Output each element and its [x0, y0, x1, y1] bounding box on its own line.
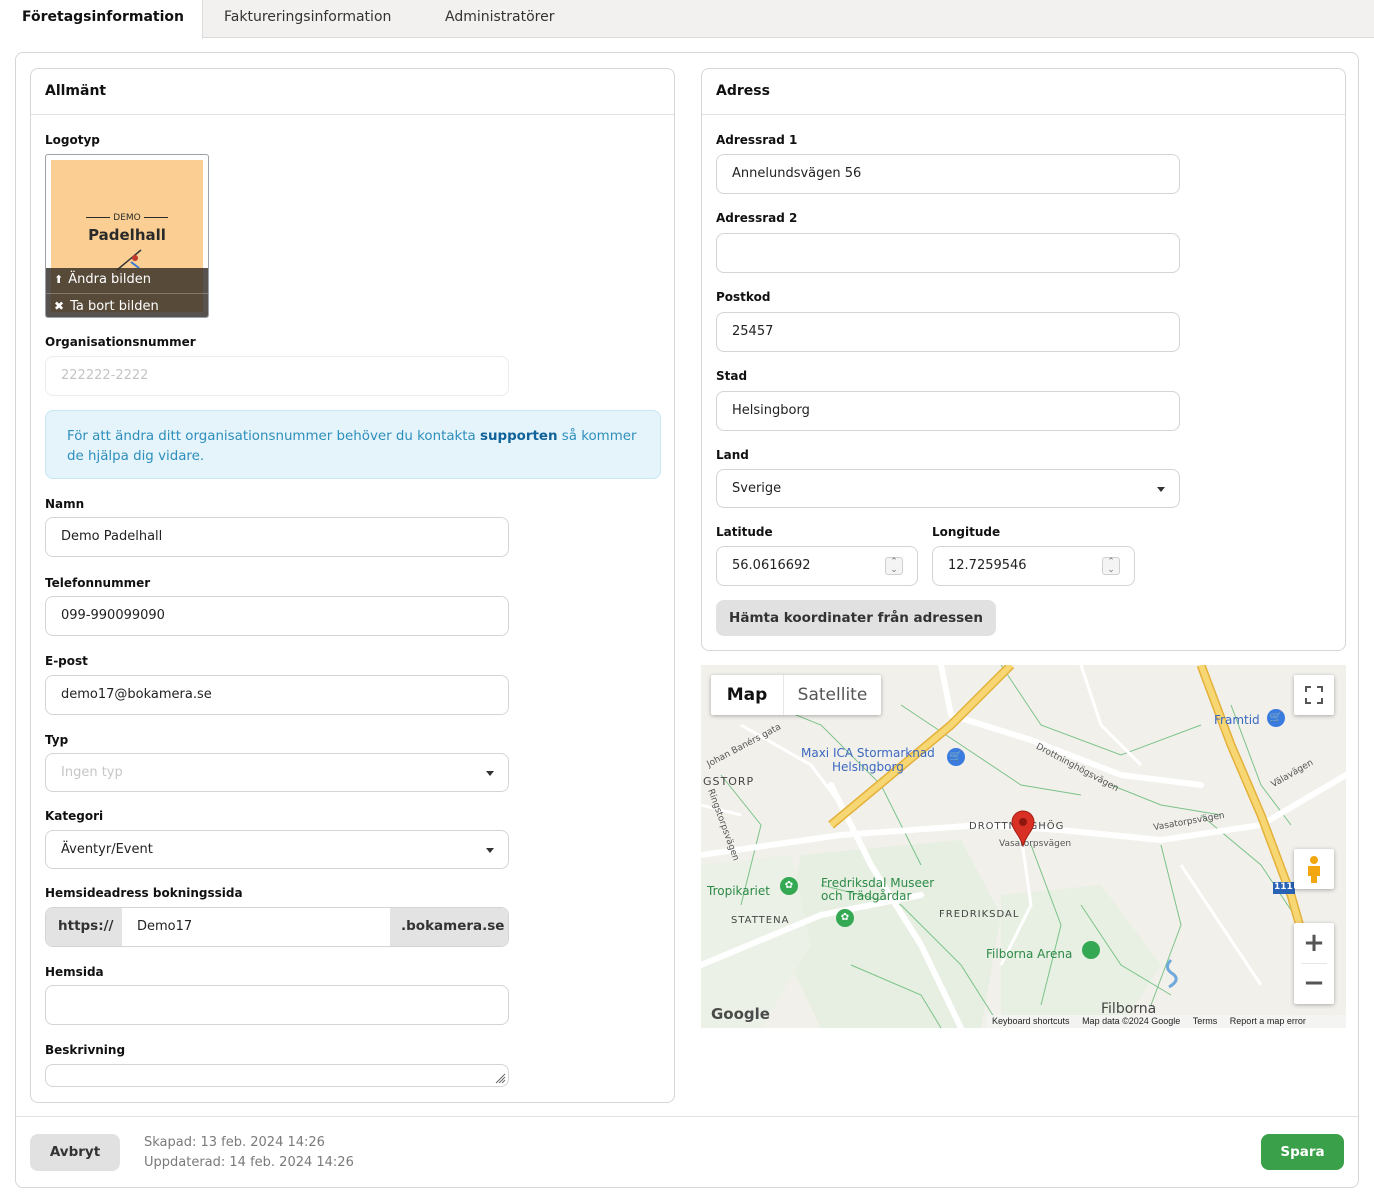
type-select[interactable]: Ingen typ: [45, 753, 509, 792]
address-line2-label: Adressrad 2: [716, 211, 798, 225]
report-map-error-link[interactable]: Report a map error: [1230, 1016, 1306, 1026]
street-view-button[interactable]: [1294, 849, 1334, 889]
park-icon: ✿: [836, 909, 854, 927]
address-line1-label: Adressrad 1: [716, 133, 798, 147]
pegman-icon: [1308, 856, 1320, 883]
type-label: Typ: [45, 733, 69, 747]
shopping-cart-icon: 🛒: [947, 748, 965, 766]
name-input[interactable]: Demo Padelhall: [45, 517, 509, 557]
booking-url-suffix: .bokamera.se: [390, 908, 508, 946]
description-textarea[interactable]: [45, 1064, 509, 1087]
map-label-filborna-arena: Filborna Arena: [986, 947, 1073, 961]
map-data-text: Map data ©2024 Google: [1082, 1016, 1181, 1026]
keyboard-shortcuts-link[interactable]: Keyboard shortcuts: [992, 1016, 1070, 1026]
map-label-maxi-ica: Maxi ICA Stormarknad Helsingborg: [801, 746, 935, 774]
general-card-title: Allmänt: [31, 69, 674, 115]
email-input[interactable]: demo17@bokamera.se: [45, 675, 509, 715]
city-input[interactable]: Helsingborg: [716, 391, 1180, 431]
chevron-down-icon: [486, 848, 494, 853]
map-type-map-button[interactable]: Map: [711, 675, 783, 715]
chevron-down-icon: [1157, 487, 1165, 492]
logo-name-text: Padelhall: [88, 226, 166, 244]
chevron-down-icon: [486, 771, 494, 776]
shopping-cart-icon: 🛒: [1267, 709, 1285, 727]
zoom-out-button[interactable]: −: [1294, 964, 1334, 1004]
latitude-input[interactable]: 56.0616692 ⌃ ⌄: [716, 546, 918, 586]
terms-link[interactable]: Terms: [1193, 1016, 1218, 1026]
website-label: Hemsida: [45, 965, 104, 979]
logo-label: Logotyp: [45, 133, 100, 147]
email-label: E-post: [45, 654, 88, 668]
updated-timestamp: Uppdaterad: 14 feb. 2024 14:26: [144, 1155, 354, 1170]
booking-url-label: Hemsideadress bokningssida: [45, 886, 243, 900]
country-label: Land: [716, 448, 749, 462]
booking-url-input[interactable]: Demo17: [122, 908, 390, 946]
org-number-field: 222222-2222: [45, 356, 509, 396]
postcode-label: Postkod: [716, 290, 771, 304]
address-card-title: Adress: [702, 69, 1345, 115]
tab-bar: Företagsinformation Faktureringsinformat…: [0, 0, 1374, 39]
cancel-button[interactable]: Avbryt: [30, 1134, 120, 1171]
map-widget[interactable]: GSTORP Maxi ICA Stormarknad Helsingborg 🛒…: [701, 665, 1346, 1028]
road-111-label: 111: [1274, 882, 1293, 892]
phone-label: Telefonnummer: [45, 576, 151, 590]
remove-image-button[interactable]: ✖ Ta bort bilden: [46, 293, 208, 317]
zoo-icon: ✿: [780, 877, 798, 895]
longitude-input[interactable]: 12.7259546 ⌃ ⌄: [932, 546, 1135, 586]
close-icon: ✖: [54, 299, 65, 313]
map-label-fredriksdal-museum: Fredriksdal Museer och Trädgårdar: [821, 876, 935, 903]
company-form-panel: Allmänt Logotyp DEMO Padelhall ⬆ Ändra bi…: [15, 52, 1359, 1188]
map-type-satellite-button[interactable]: Satellite: [783, 675, 881, 715]
name-label: Namn: [45, 497, 85, 511]
latitude-label: Latitude: [716, 525, 773, 539]
category-select[interactable]: Äventyr/Event: [45, 830, 509, 869]
general-card: Allmänt Logotyp DEMO Padelhall ⬆ Ändra bi…: [30, 68, 675, 1103]
org-number-info-alert: För att ändra ditt organisationsnummer b…: [45, 410, 661, 479]
save-button[interactable]: Spara: [1261, 1134, 1344, 1170]
phone-input[interactable]: 099-990099090: [45, 596, 509, 636]
zoom-control: + −: [1294, 923, 1334, 1004]
fullscreen-button[interactable]: [1294, 675, 1334, 715]
logo-demo-text: DEMO: [51, 213, 203, 223]
description-label: Beskrivning: [45, 1043, 126, 1057]
change-image-button[interactable]: ⬆ Ändra bilden: [46, 268, 208, 293]
resize-handle-icon: [495, 1073, 506, 1084]
map-label-gstorp: GSTORP: [703, 775, 755, 788]
address-line1-input[interactable]: Annelundsvägen 56: [716, 154, 1180, 194]
created-timestamp: Skapad: 13 feb. 2024 14:26: [144, 1135, 325, 1150]
stepper-icon[interactable]: ⌃ ⌄: [885, 557, 903, 575]
logo-frame: DEMO Padelhall ⬆ Ändra bilden ✖ Ta bort bi…: [45, 154, 209, 318]
footer-divider: [16, 1116, 1358, 1117]
address-card: Adress Adressrad 1 Annelundsvägen 56 Adr…: [701, 68, 1346, 651]
country-select[interactable]: Sverige: [716, 469, 1180, 508]
map-type-control: Map Satellite: [711, 675, 881, 715]
address-line2-input[interactable]: [716, 233, 1180, 273]
website-input[interactable]: [45, 985, 509, 1025]
tab-company-info[interactable]: Företagsinformation: [0, 0, 203, 39]
org-number-label: Organisationsnummer: [45, 335, 196, 349]
map-label-tropikariet: Tropikariet: [707, 884, 770, 898]
category-label: Kategori: [45, 809, 104, 823]
map-attribution-bar: Keyboard shortcuts Map data ©2024 Google…: [987, 1015, 1346, 1028]
stadium-icon: [1082, 941, 1100, 959]
support-link[interactable]: supporten: [480, 429, 558, 444]
map-label-fredriksdal: FREDRIKSDAL: [939, 909, 1020, 920]
stepper-icon[interactable]: ⌃ ⌄: [1102, 557, 1120, 575]
map-label-framtid: Framtid: [1214, 713, 1260, 727]
postcode-input[interactable]: 25457: [716, 312, 1180, 352]
longitude-label: Longitude: [932, 525, 1001, 539]
zoom-in-button[interactable]: +: [1294, 923, 1334, 963]
tab-billing-info[interactable]: Faktureringsinformation: [224, 0, 391, 38]
map-pin-icon: [1011, 810, 1035, 847]
fetch-coordinates-button[interactable]: Hämta koordinater från adressen: [716, 600, 996, 636]
map-label-stattena: STATTENA: [731, 915, 790, 926]
google-logo: Google: [711, 1005, 770, 1023]
booking-url-prefix: https://: [46, 908, 122, 946]
tab-administrators[interactable]: Administratörer: [445, 0, 555, 38]
booking-url-group: https:// Demo17 .bokamera.se: [45, 907, 509, 947]
city-label: Stad: [716, 369, 748, 383]
fullscreen-icon: [1305, 686, 1323, 704]
upload-icon: ⬆: [54, 273, 64, 286]
